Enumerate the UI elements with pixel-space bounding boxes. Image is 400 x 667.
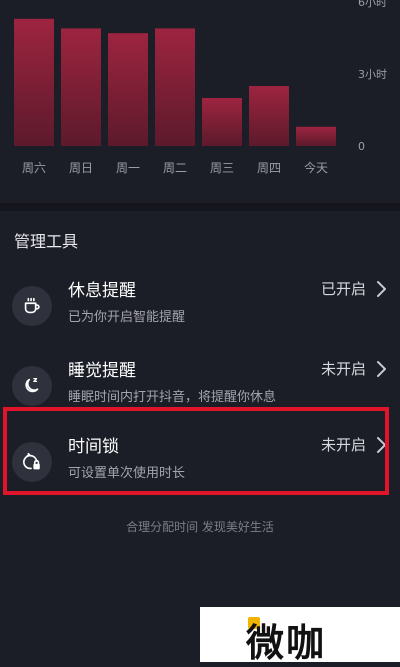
tool-row-rest-reminder[interactable]: 休息提醒 已为你开启智能提醒 已开启 xyxy=(0,270,400,350)
watermark-logo: 微咖 xyxy=(200,607,400,665)
y-tick-label: 3小时 xyxy=(358,68,387,81)
footer-slogan: 合理分配时间 发现美好生活 xyxy=(126,520,274,534)
chart-bar xyxy=(155,28,195,146)
coffee-cup-icon xyxy=(12,286,52,326)
x-tick-label: 周四 xyxy=(257,161,281,175)
tool-subtitle: 已为你开启智能提醒 xyxy=(68,310,186,325)
chart-bar xyxy=(108,33,148,147)
y-tick-label: 6小时 xyxy=(358,0,387,9)
chart-bar xyxy=(249,86,289,146)
x-tick-label: 周日 xyxy=(69,161,93,175)
chevron-right-icon xyxy=(377,281,386,297)
chevron-right-icon xyxy=(377,361,386,377)
watermark-text: 微咖 xyxy=(246,621,327,665)
x-tick-label: 周三 xyxy=(210,161,234,175)
section-title: 管理工具 xyxy=(14,232,79,251)
chart-bar xyxy=(296,126,336,146)
section-divider xyxy=(0,203,400,211)
usage-bar-chart: 周六 周日 周一 周二 周三 周四 今天 0 3小时 6小时 xyxy=(14,0,387,175)
tool-title: 睡觉提醒 xyxy=(68,361,136,381)
chart-bar xyxy=(202,98,242,146)
chart-bar xyxy=(61,28,101,146)
x-tick-label: 周六 xyxy=(22,161,46,175)
usage-chart: 周六 周日 周一 周二 周三 周四 今天 0 3小时 6小时 xyxy=(0,0,400,200)
x-tick-label: 周二 xyxy=(163,161,187,175)
tool-title: 休息提醒 xyxy=(68,281,136,301)
highlight-box xyxy=(3,407,389,495)
x-tick-label: 周一 xyxy=(116,161,140,175)
chart-bar xyxy=(14,18,54,146)
tool-status: 已开启 xyxy=(320,280,366,298)
y-tick-label: 0 xyxy=(358,140,365,153)
moon-sleep-icon xyxy=(12,366,52,406)
tool-subtitle: 睡眠时间内打开抖音，将提醒你休息 xyxy=(68,390,277,405)
tool-status: 未开启 xyxy=(320,360,366,378)
x-tick-label: 今天 xyxy=(304,160,328,175)
